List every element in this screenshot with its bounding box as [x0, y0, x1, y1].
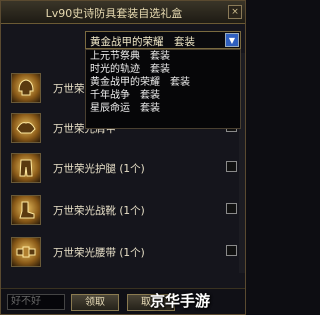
menu-option[interactable]: 星辰命运 套装: [86, 102, 240, 115]
menu-option[interactable]: 时光的轨迹 套装: [86, 63, 240, 76]
item-name: 万世荣光战靴 (1个): [53, 205, 145, 217]
item-checkbox[interactable]: [226, 203, 237, 214]
menu-option[interactable]: 上元节祭典 套装: [86, 50, 240, 63]
window-title: Lv90史诗防具套装自选礼盒: [45, 7, 183, 20]
item-name: 万世荣光腰带 (1个): [53, 247, 145, 259]
menu-option[interactable]: 千年战争 套装: [86, 89, 240, 102]
close-button[interactable]: ×: [228, 5, 242, 19]
watermark: 京华手游: [150, 292, 211, 310]
list-item[interactable]: 万世荣光战靴 (1个): [11, 193, 239, 227]
set-select-dropdown[interactable]: 黄金战甲的荣耀 套装 ▼: [85, 31, 241, 49]
chevron-down-icon[interactable]: ▼: [225, 33, 239, 47]
list-item[interactable]: 万世荣光护腿 (1个): [11, 151, 239, 185]
item-name: 万世荣光护腿 (1个): [53, 163, 145, 175]
dropdown-selected-value: 黄金战甲的荣耀 套装: [90, 36, 195, 48]
title-bar: Lv90史诗防具套装自选礼盒 ×: [1, 1, 245, 24]
set-select-menu: 上元节祭典 套装 时光的轨迹 套装 黄金战甲的荣耀 套装 千年战争 套装 星辰命…: [85, 49, 241, 129]
gift-box-window: Lv90史诗防具套装自选礼盒 × 黄金战甲的荣耀 套装 ▼ 上元节祭典 套装 时…: [0, 0, 246, 315]
item-checkbox[interactable]: [226, 161, 237, 172]
boots-icon: [11, 195, 41, 225]
search-input[interactable]: 好不好: [7, 294, 65, 310]
item-checkbox[interactable]: [226, 245, 237, 256]
menu-option[interactable]: 黄金战甲的荣耀 套装: [86, 76, 240, 89]
belt-icon: [11, 237, 41, 267]
shoulder-icon: [11, 113, 41, 143]
confirm-button[interactable]: 领取: [71, 294, 119, 311]
helmet-icon: [11, 73, 41, 103]
list-item[interactable]: 万世荣光腰带 (1个): [11, 235, 239, 269]
legs-icon: [11, 153, 41, 183]
